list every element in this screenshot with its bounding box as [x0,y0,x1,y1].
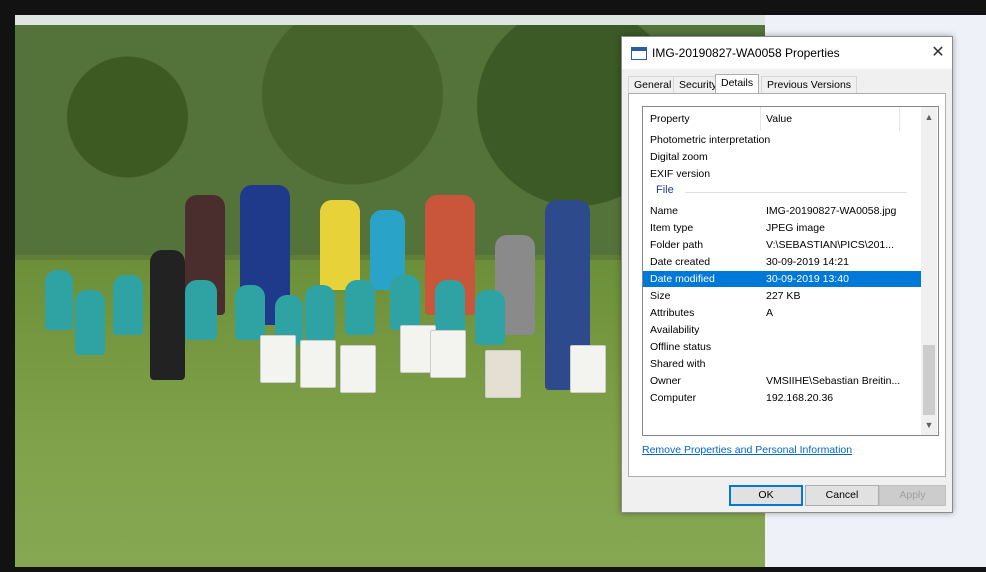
dialog-titlebar[interactable]: IMG-20190827-WA0058 Properties ✕ [622,37,952,69]
list-item[interactable]: Offline status [643,339,921,355]
property-name: Owner [650,375,681,387]
tab-general[interactable]: General [628,76,678,94]
column-header-value[interactable]: Value [766,113,792,125]
property-name: Date modified [650,273,715,285]
list-item[interactable]: Photometric interpretation [643,132,921,148]
vertical-scrollbar[interactable]: ▲ ▼ [921,107,937,435]
list-item[interactable]: Shared with [643,356,921,372]
property-name: Photometric interpretation [650,134,771,146]
photo-gift-bag [340,345,376,393]
photo-child [113,275,143,335]
property-name: Attributes [650,307,695,319]
property-value: VMSIIHE\Sebastian Breitin... [766,375,901,387]
list-item[interactable]: Name IMG-20190827-WA0058.jpg [643,203,921,219]
photo-child [185,280,217,340]
scroll-up-icon[interactable]: ▲ [921,109,937,125]
property-name: Computer [650,392,697,404]
property-name: Shared with [650,358,706,370]
list-item-selected[interactable]: Date modified 30-09-2019 13:40 [643,271,921,287]
photo-gift-bag [430,330,466,378]
photo-child [435,280,465,335]
property-name: Digital zoom [650,151,708,163]
tab-previous-versions[interactable]: Previous Versions [761,76,858,94]
list-item[interactable]: Date created 30-09-2019 14:21 [643,254,921,270]
property-value: A [766,307,774,319]
list-item[interactable]: Attributes A [643,305,921,321]
property-name: Item type [650,222,694,234]
column-header-property[interactable]: Property [650,113,690,125]
dialog-title: IMG-20190827-WA0058 Properties [652,46,840,60]
property-value: 30-09-2019 14:21 [766,256,849,268]
photo-child [475,290,505,345]
property-value: V:\SEBASTIAN\PICS\201... [766,239,894,251]
remove-properties-link[interactable]: Remove Properties and Personal Informati… [642,444,852,456]
close-button[interactable]: ✕ [928,43,948,63]
photo-child [305,285,335,340]
window-icon [631,47,647,60]
column-divider[interactable] [899,107,900,131]
details-panel: White balance Photometric interpretation… [628,93,946,477]
property-value: 192.168.20.36 [766,392,834,404]
property-value: JPEG image [766,222,825,234]
property-name: Date created [650,256,711,268]
cancel-button[interactable]: Cancel [805,485,879,506]
property-value: 30-09-2019 13:40 [766,273,849,285]
photo-people-group [35,175,625,415]
photo-gift-bag [570,345,606,393]
group-header-file: File [656,184,674,196]
photo-gift-bag [485,350,521,398]
bottom-bar [0,567,986,572]
list-item[interactable]: Folder path V:\SEBASTIAN\PICS\201... [643,237,921,253]
list-item[interactable]: EXIF version [643,166,921,182]
photo-child [45,270,73,330]
property-name: EXIF version [650,168,711,180]
list-item[interactable]: Owner VMSIIHE\Sebastian Breitin... [643,373,921,389]
list-item[interactable]: Computer 192.168.20.36 [643,390,921,406]
ok-button[interactable]: OK [729,485,803,506]
properties-dialog[interactable]: IMG-20190827-WA0058 Properties ✕ General… [621,36,953,513]
photo-child [235,285,265,340]
group-divider [685,192,907,193]
property-name: Name [650,205,679,217]
property-name: Availability [650,324,700,336]
scroll-down-icon[interactable]: ▼ [921,417,937,433]
list-column-header: Property Value [643,107,921,131]
list-item[interactable]: Digital zoom [643,149,921,165]
property-name: Size [650,290,671,302]
property-name: Folder path [650,239,704,251]
property-value: 227 KB [766,290,801,302]
top-bar [0,0,986,15]
list-item[interactable]: Item type JPEG image [643,220,921,236]
tab-details[interactable]: Details [715,74,760,95]
photo-child [75,290,105,355]
list-item[interactable]: Availability [643,322,921,338]
property-value: IMG-20190827-WA0058.jpg [766,205,897,217]
photo-gift-bag [260,335,296,383]
scrollbar-thumb[interactable] [923,345,935,415]
details-property-list[interactable]: White balance Photometric interpretation… [642,106,939,436]
photo-person [320,200,360,290]
photo-child [390,275,420,330]
property-name: Offline status [650,341,712,353]
photo-gift-bag [300,340,336,388]
list-item[interactable]: Size 227 KB [643,288,921,304]
apply-button[interactable]: Apply [879,485,946,506]
photo-child [345,280,375,335]
column-divider[interactable] [760,107,761,131]
photo-person [150,250,185,380]
